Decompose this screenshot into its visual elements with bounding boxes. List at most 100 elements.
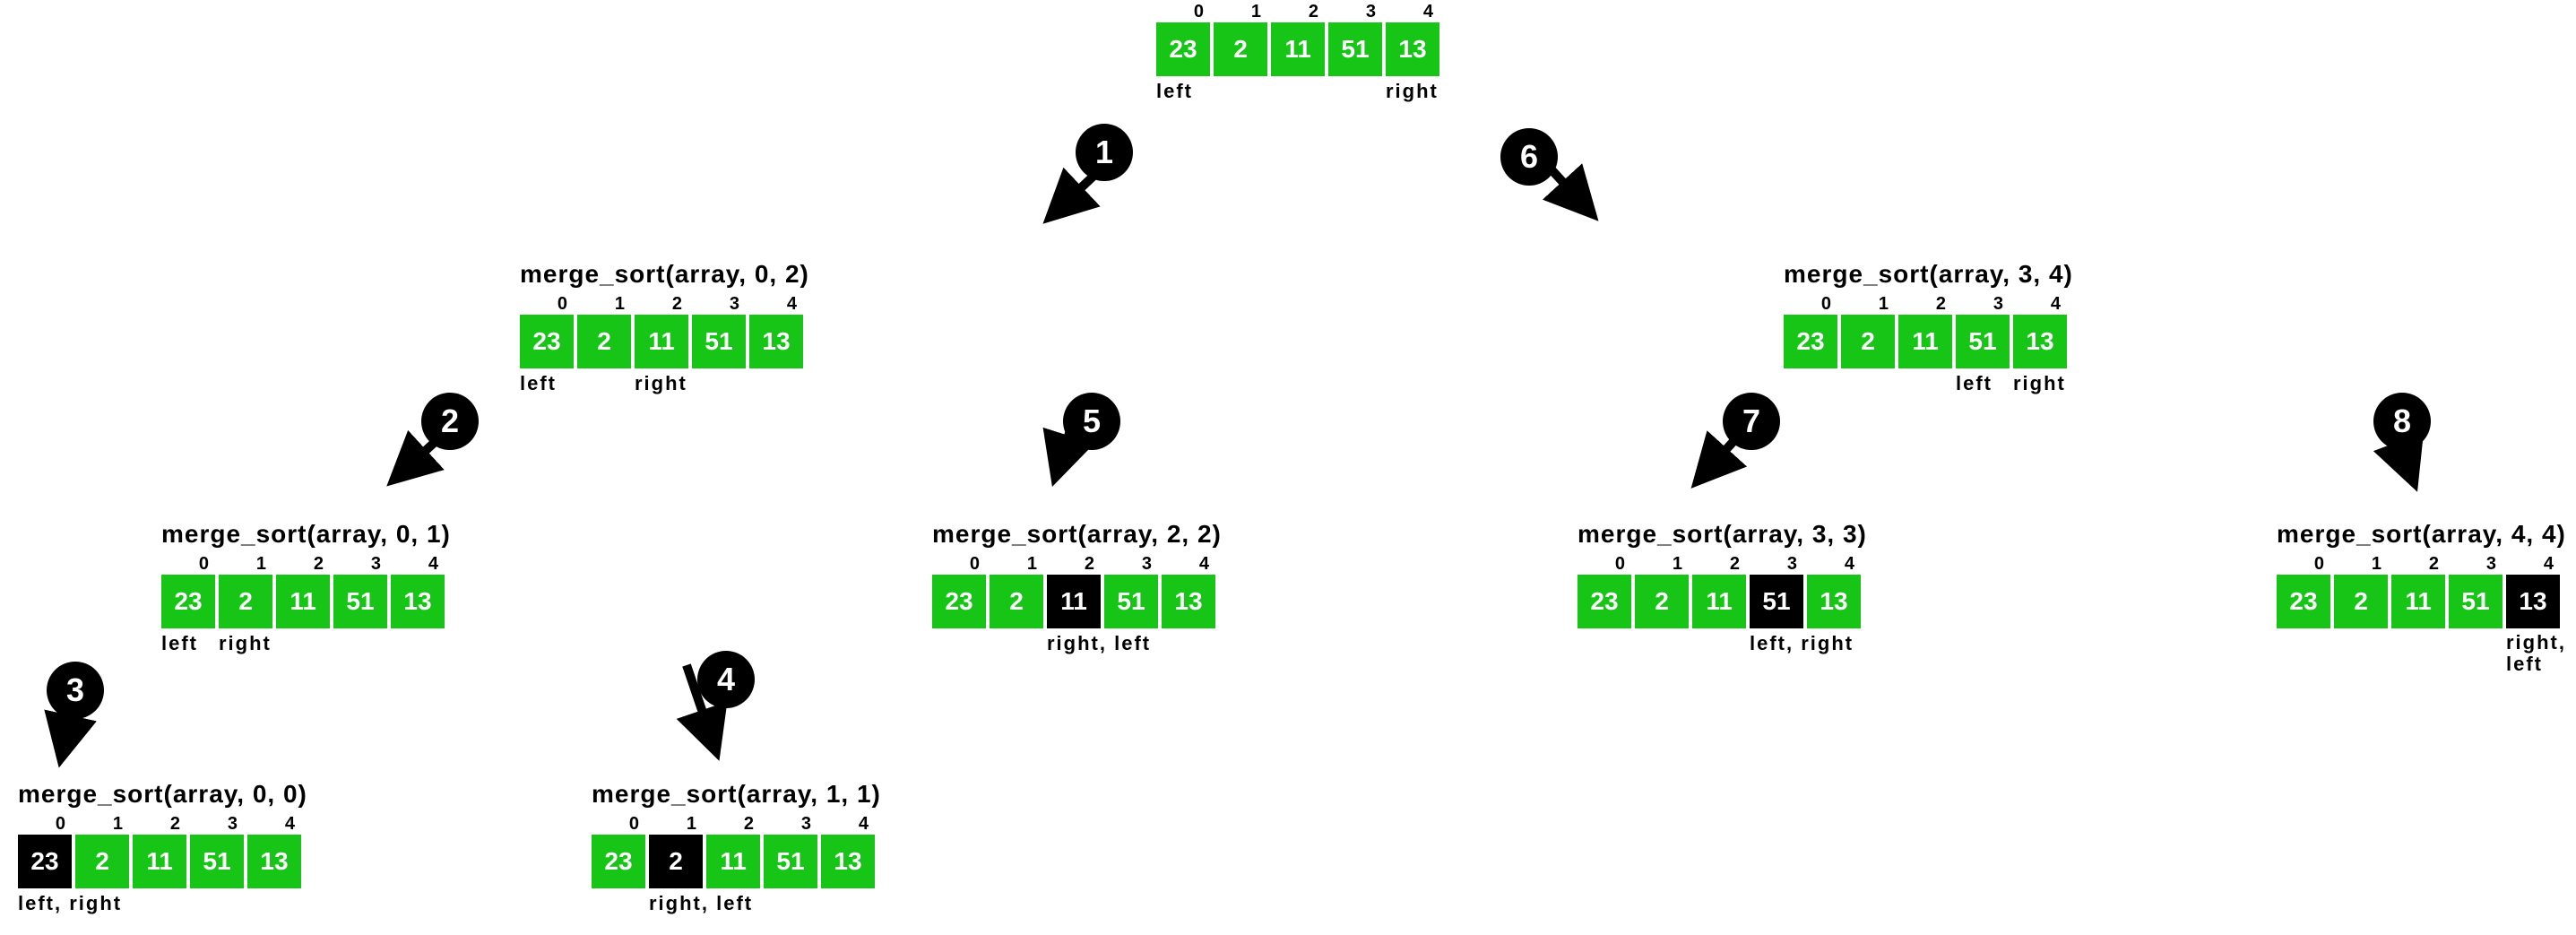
step-badge: 4 bbox=[697, 651, 755, 708]
array-cell: 13 bbox=[2013, 315, 2067, 368]
array-cell: 51 bbox=[333, 575, 387, 628]
index-label: 3 bbox=[2449, 554, 2503, 575]
arrow-line bbox=[1703, 411, 1761, 475]
array-cell: 13 bbox=[1162, 575, 1215, 628]
index-label: 4 bbox=[1386, 2, 1439, 22]
left-pointer-label: right,left bbox=[2506, 632, 2566, 675]
pointer-labels: leftright bbox=[1156, 76, 1443, 108]
left-pointer-label: left bbox=[520, 372, 557, 395]
index-label: 2 bbox=[706, 814, 760, 835]
array-cell: 11 bbox=[1047, 575, 1101, 628]
step-badge: 1 bbox=[1076, 124, 1133, 181]
arrow-line bbox=[400, 415, 464, 474]
index-label: 0 bbox=[1784, 294, 1837, 315]
right-pointer-label: right bbox=[635, 372, 687, 395]
array-cell: 2 bbox=[1841, 315, 1895, 368]
left-pointer-label: left, right bbox=[18, 892, 122, 915]
array-cell: 23 bbox=[161, 575, 215, 628]
left-pointer-label: right, left bbox=[649, 892, 753, 915]
index-label: 1 bbox=[2334, 554, 2388, 575]
array-cell: 11 bbox=[133, 835, 186, 888]
arrow-line bbox=[1521, 136, 1586, 208]
array-cell: 2 bbox=[1635, 575, 1689, 628]
array-cell: 11 bbox=[1692, 575, 1746, 628]
array-cell: 51 bbox=[764, 835, 817, 888]
call-label: merge_sort(array, 0, 0) bbox=[18, 780, 307, 809]
pointer-labels: left, right bbox=[18, 888, 307, 921]
index-row: 01234 bbox=[1784, 294, 2073, 315]
index-label: 3 bbox=[692, 294, 746, 315]
array-cell: 2 bbox=[75, 835, 129, 888]
call-label: merge_sort(array, 3, 4) bbox=[1784, 260, 2073, 289]
index-label: 3 bbox=[1104, 554, 1158, 575]
index-label: 3 bbox=[190, 814, 244, 835]
array-cell: 23 bbox=[520, 315, 574, 368]
index-label: 3 bbox=[1750, 554, 1803, 575]
index-label: 4 bbox=[749, 294, 803, 315]
array-cell: 23 bbox=[18, 835, 72, 888]
index-label: 0 bbox=[18, 814, 72, 835]
index-row: 01234 bbox=[161, 554, 451, 575]
array-cell: 23 bbox=[2277, 575, 2330, 628]
step-badge: 8 bbox=[2373, 393, 2431, 450]
index-label: 1 bbox=[990, 554, 1043, 575]
array-cell: 11 bbox=[276, 575, 330, 628]
left-pointer-label: right, left bbox=[1047, 632, 1151, 655]
index-label: 3 bbox=[1328, 2, 1382, 22]
index-label: 1 bbox=[219, 554, 272, 575]
array-cell: 51 bbox=[2449, 575, 2503, 628]
call-label: merge_sort(array, 0, 2) bbox=[520, 260, 809, 289]
index-label: 2 bbox=[635, 294, 688, 315]
step-badge: 5 bbox=[1063, 393, 1120, 450]
index-label: 1 bbox=[1841, 294, 1895, 315]
pointer-labels: leftright bbox=[161, 628, 451, 661]
node-n5: merge_sort(array, 2, 2)01234232115113rig… bbox=[932, 520, 1222, 661]
array-cell: 11 bbox=[1271, 22, 1325, 76]
index-label: 0 bbox=[1156, 2, 1210, 22]
node-n2: merge_sort(array, 0, 1)01234232115113lef… bbox=[161, 520, 451, 661]
pointer-labels: right,left bbox=[2277, 628, 2566, 661]
index-label: 4 bbox=[2506, 554, 2560, 575]
index-label: 2 bbox=[276, 554, 330, 575]
index-label: 1 bbox=[649, 814, 703, 835]
arrow-line bbox=[1056, 151, 1120, 212]
index-row: 01234 bbox=[592, 814, 881, 835]
array-cell: 23 bbox=[1578, 575, 1631, 628]
index-label: 3 bbox=[764, 814, 817, 835]
pointer-labels: left, right bbox=[1578, 628, 1867, 661]
pointer-labels: left right bbox=[520, 368, 809, 401]
array-cell: 51 bbox=[1104, 575, 1158, 628]
left-pointer-label: left, right bbox=[1750, 632, 1854, 655]
node-n8: merge_sort(array, 4, 4)01234232115113rig… bbox=[2277, 520, 2566, 661]
index-label: 2 bbox=[1271, 2, 1325, 22]
array-cell: 11 bbox=[2391, 575, 2445, 628]
node-root: 01234232115113leftright bbox=[1156, 0, 1443, 108]
arrow-line bbox=[2384, 403, 2411, 475]
array-cell: 11 bbox=[706, 835, 760, 888]
arrow-line bbox=[63, 681, 78, 750]
call-label: merge_sort(array, 3, 3) bbox=[1578, 520, 1867, 549]
array-cell: 13 bbox=[391, 575, 445, 628]
index-label: 2 bbox=[133, 814, 186, 835]
left-pointer-label: left bbox=[161, 632, 198, 655]
index-label: 1 bbox=[75, 814, 129, 835]
pointer-labels: right, left bbox=[932, 628, 1222, 661]
node-n4: merge_sort(array, 1, 1)01234232115113rig… bbox=[592, 780, 881, 921]
array-row: 232115113 bbox=[520, 315, 809, 368]
array-cell: 51 bbox=[1328, 22, 1382, 76]
array-cell: 51 bbox=[1750, 575, 1803, 628]
index-label: 2 bbox=[1898, 294, 1952, 315]
array-cell: 2 bbox=[577, 315, 631, 368]
call-label: merge_sort(array, 1, 1) bbox=[592, 780, 881, 809]
array-row: 232115113 bbox=[1578, 575, 1867, 628]
right-pointer-label: right bbox=[1386, 80, 1439, 103]
call-label: merge_sort(array, 2, 2) bbox=[932, 520, 1222, 549]
pointer-labels: right, left bbox=[592, 888, 881, 921]
index-label: 2 bbox=[1047, 554, 1101, 575]
array-cell: 13 bbox=[247, 835, 301, 888]
array-cell: 23 bbox=[592, 835, 645, 888]
array-row: 232115113 bbox=[592, 835, 881, 888]
index-label: 4 bbox=[391, 554, 445, 575]
array-cell: 23 bbox=[1784, 315, 1837, 368]
index-row: 01234 bbox=[2277, 554, 2566, 575]
